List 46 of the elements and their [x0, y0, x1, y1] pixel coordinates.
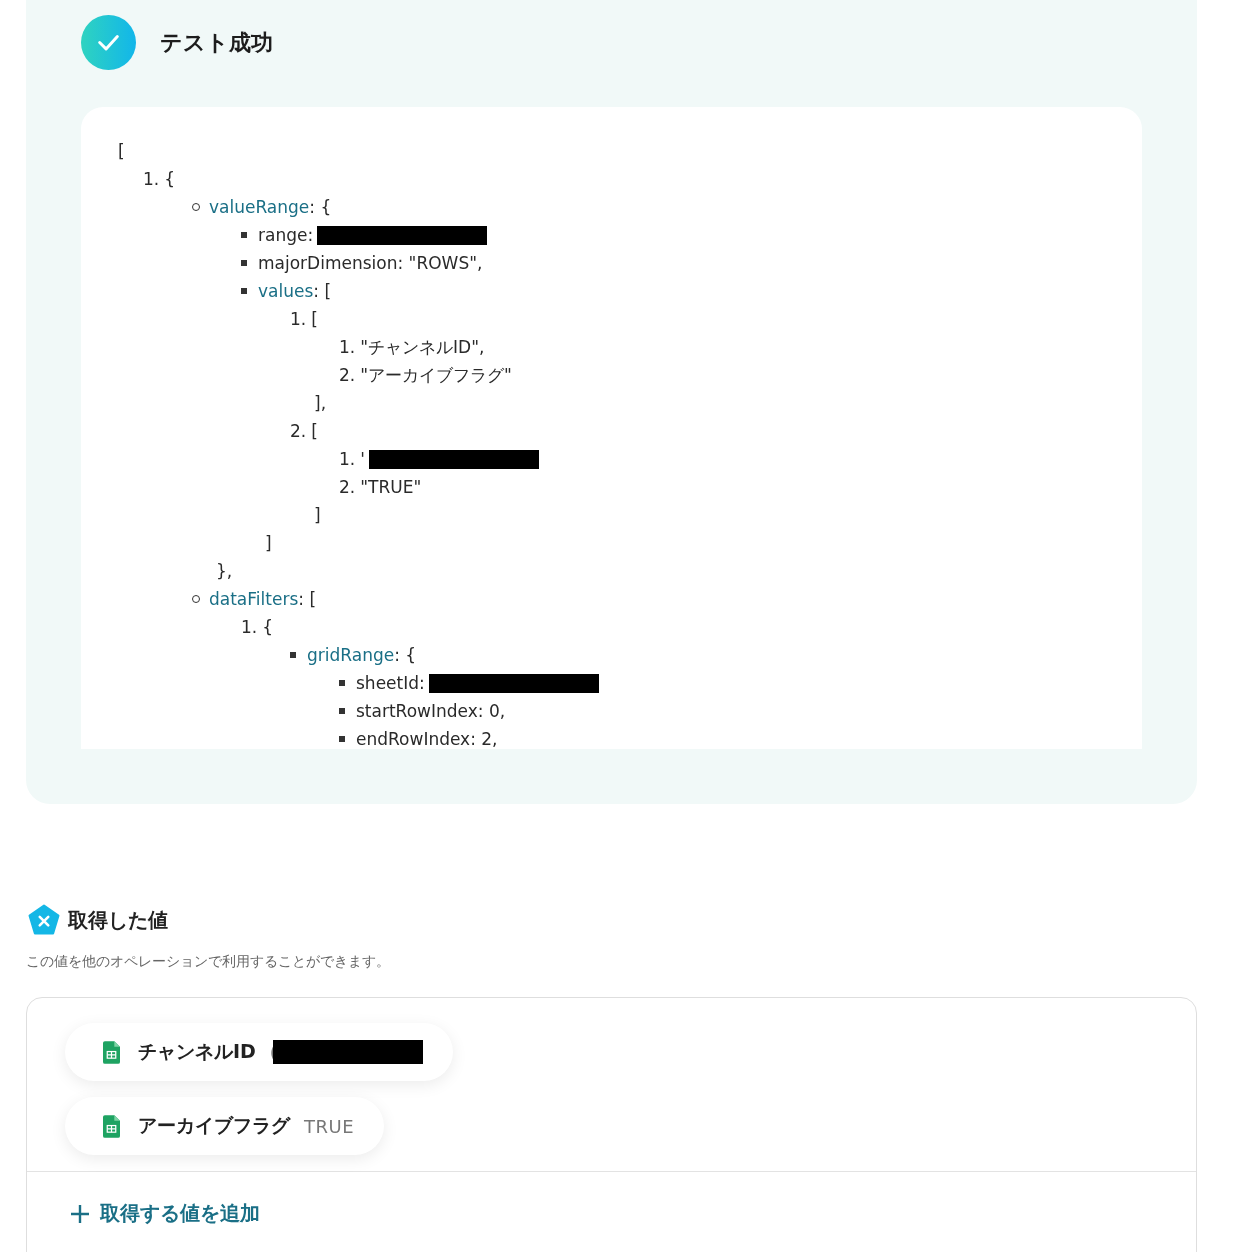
square-bullet-icon: [241, 288, 247, 294]
add-value-link[interactable]: 取得する値を追加: [70, 1200, 260, 1227]
code-text: "TRUE": [360, 476, 422, 499]
code-text: ]: [314, 505, 321, 525]
variable-icon: [28, 904, 60, 936]
list-number: 1.: [339, 448, 356, 471]
code-text: dataFilters: [: [209, 588, 316, 611]
code-text: "アーカイブフラグ": [360, 364, 512, 387]
code-text: {: [262, 616, 274, 639]
square-bullet-icon: [339, 736, 345, 742]
code-text: sheetId:: [356, 672, 425, 695]
list-number: 2.: [339, 364, 356, 387]
code-text: "チャンネルID",: [360, 336, 485, 359]
section-title: 取得した値: [68, 906, 168, 934]
list-number: 2.: [290, 420, 307, 443]
plus-icon: [70, 1203, 90, 1224]
list-number: 1.: [143, 168, 160, 191]
code-text: values: [: [258, 280, 332, 303]
code-text: [: [311, 420, 318, 443]
code-text: gridRange: {: [307, 644, 417, 667]
spreadsheet-icon: [103, 1040, 120, 1064]
code-text: {: [164, 168, 176, 191]
code-text: ],: [314, 393, 327, 413]
square-bullet-icon: [241, 260, 247, 266]
square-bullet-icon: [339, 708, 345, 714]
list-number: 1.: [241, 616, 258, 639]
square-bullet-icon: [290, 652, 296, 658]
square-bullet-icon: [339, 680, 345, 686]
code-text: [: [311, 308, 318, 331]
spreadsheet-icon: [103, 1114, 120, 1138]
code-text: ': [360, 448, 365, 471]
square-bullet-icon: [241, 232, 247, 238]
code-text: majorDimension: "ROWS",: [258, 252, 483, 275]
code-text: endRowIndex: 2,: [356, 728, 498, 749]
list-number: 1.: [339, 336, 356, 359]
list-number: 1.: [290, 308, 307, 331]
code-text: [: [118, 140, 125, 163]
code-text: },: [216, 561, 233, 581]
code-text: ]: [265, 533, 272, 553]
value-chip[interactable]: アーカイブフラグ TRUE: [65, 1097, 385, 1155]
code-text: startRowIndex: 0,: [356, 700, 506, 723]
code-text: valueRange: {: [209, 196, 332, 219]
code-text: range:: [258, 224, 314, 247]
result-title: テスト成功: [160, 28, 273, 57]
list-number: 2.: [339, 476, 356, 499]
section-description: この値を他のオペレーションで利用することができます。: [26, 953, 391, 971]
